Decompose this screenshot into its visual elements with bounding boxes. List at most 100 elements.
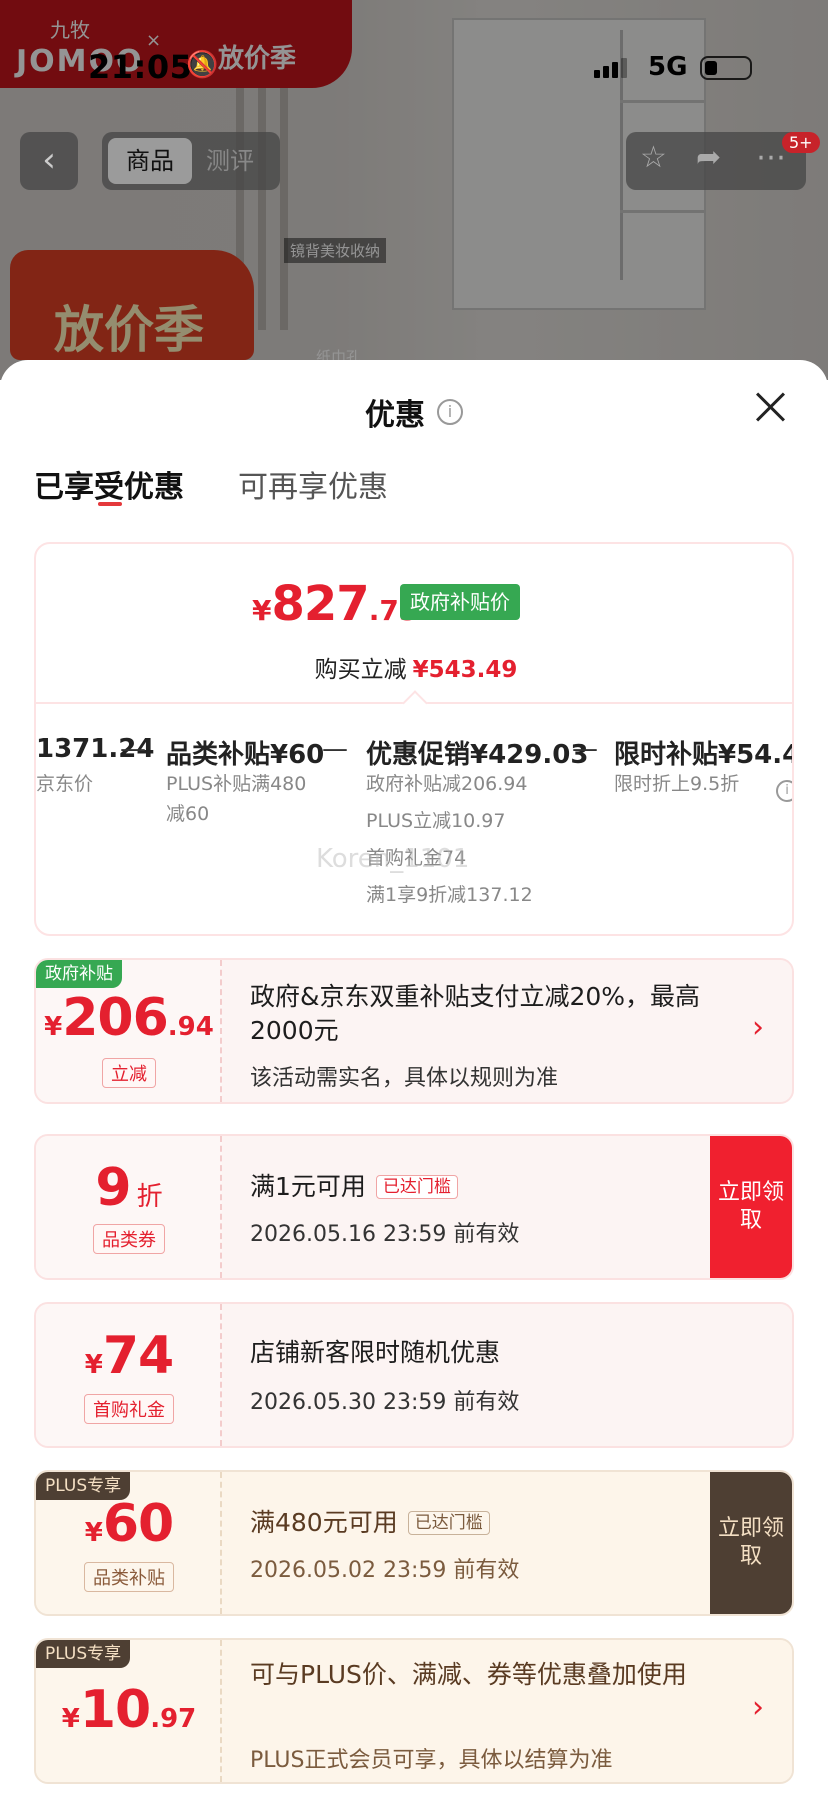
offer-card-plus-price[interactable]: PLUS专享 ¥10.97 可与PLUS价、满减、券等优惠叠加使用 PLUS正式… (34, 1638, 794, 1784)
amount-integer: 60 (102, 1494, 174, 1554)
message-badge: 5+ (782, 132, 820, 153)
amount-integer: 206 (62, 988, 169, 1048)
final-price: ¥827.75 (252, 576, 418, 632)
close-icon[interactable] (752, 388, 788, 424)
price-summary-card: ¥827.75 政府补贴价 购买立减 ¥543.49 1371.24 — 品类补贴… (34, 542, 794, 936)
offer-amount: ¥60 (36, 1494, 222, 1554)
discount-sheet: 优惠 i 已享受优惠 可再享优惠 ¥827.75 政府补贴价 购买立减 ¥543.… (0, 360, 828, 1801)
share-icon[interactable]: ➦ (696, 140, 721, 175)
offer-type-label: 立减 (36, 1058, 222, 1088)
offer-detail-panel: 可与PLUS价、满减、券等优惠叠加使用 PLUS正式会员可享，具体以结算为准 › (222, 1640, 792, 1782)
offer-title: 满1元可用 已达门槛 (250, 1170, 720, 1204)
breakdown-desc: 减60 (166, 803, 210, 825)
offer-detail-panel: 满480元可用 已达门槛 2026.05.02 23:59 前有效 立即领取 (222, 1472, 792, 1614)
offer-type-text: 品类补贴 (84, 1562, 174, 1592)
amount-currency: ¥ (61, 1704, 80, 1734)
offer-subtitle: PLUS正式会员可享，具体以结算为准 (250, 1748, 613, 1773)
offer-card-category-coupon[interactable]: 9折 品类券 满1元可用 已达门槛 2026.05.16 23:59 前有效 立即… (34, 1134, 794, 1280)
watermark: Koren_1101 (316, 844, 470, 874)
offer-title-text: 满480元可用 (250, 1508, 398, 1537)
offer-amount: ¥74 (36, 1326, 222, 1386)
offer-detail-panel: 政府&京东双重补贴支付立减20%，最高2000元 该活动需实名，具体以规则为准 … (222, 960, 792, 1102)
breakdown-desc: 政府补贴减206.94 (366, 773, 528, 795)
claim-button[interactable]: 立即领取 (710, 1136, 792, 1278)
offer-amount-panel: 政府补贴 ¥206.94 立减 (36, 960, 222, 1102)
offer-amount-panel: ¥74 首购礼金 (36, 1304, 222, 1446)
back-button[interactable]: ‹ (20, 132, 78, 190)
offer-type-text: 立减 (102, 1058, 156, 1088)
gov-price-badge: 政府补贴价 (400, 584, 520, 620)
offer-amount: ¥206.94 (36, 988, 222, 1048)
reduction-amount: ¥543.49 (412, 657, 518, 683)
threshold-reached-tag: 已达门槛 (407, 1511, 490, 1535)
info-icon[interactable]: i (776, 780, 792, 802)
tab-review[interactable]: 测评 (206, 138, 254, 184)
gov-subsidy-tag: 政府补贴 (36, 960, 122, 988)
amount-unit: 折 (136, 1182, 163, 1212)
offer-card-plus-subsidy[interactable]: PLUS专享 ¥60 品类补贴 满480元可用 已达门槛 2026.05.02 2… (34, 1470, 794, 1616)
chevron-right-icon[interactable]: › (752, 1690, 764, 1725)
offer-amount: ¥10.97 (36, 1680, 222, 1740)
star-icon[interactable]: ☆ (640, 140, 667, 175)
offer-type-text: 首购礼金 (84, 1394, 174, 1424)
threshold-reached-tag: 已达门槛 (375, 1175, 458, 1199)
offer-subtitle: 该活动需实名，具体以规则为准 (250, 1066, 559, 1091)
offer-type-label: 首购礼金 (36, 1394, 222, 1424)
minus-icon: — (322, 734, 348, 764)
chevron-left-icon: ‹ (42, 140, 56, 180)
price-summary-top: ¥827.75 政府补贴价 购买立减 ¥543.49 (36, 544, 792, 704)
tab-indicator (98, 502, 122, 506)
offer-validity: 2026.05.30 23:59 前有效 (250, 1390, 520, 1415)
amount-currency: ¥ (84, 1518, 103, 1548)
status-time: 21:05 (88, 48, 193, 86)
amount-integer: 74 (102, 1326, 174, 1386)
status-bar: 21:05 🔕 5G (0, 44, 828, 88)
offer-validity: 2026.05.16 23:59 前有效 (250, 1222, 520, 1247)
offer-title: 店铺新客限时随机优惠 (250, 1338, 501, 1367)
page-tabs: 商品 测评 (102, 132, 280, 190)
claim-button[interactable]: 立即领取 (710, 1472, 792, 1614)
offer-card-gov-subsidy[interactable]: 政府补贴 ¥206.94 立减 政府&京东双重补贴支付立减20%，最高2000元… (34, 958, 794, 1104)
total-reduction: 购买立减 ¥543.49 (36, 650, 792, 684)
plus-exclusive-tag: PLUS专享 (36, 1640, 131, 1668)
network-type: 5G (648, 52, 688, 82)
bell-muted-icon: 🔕 (186, 50, 219, 80)
tab-enjoyed[interactable]: 已享受优惠 (34, 462, 184, 506)
offer-detail-panel: 满1元可用 已达门槛 2026.05.16 23:59 前有效 立即领取 (222, 1136, 792, 1278)
sheet-header: 优惠 i (0, 390, 828, 434)
offer-type-text: 品类券 (93, 1224, 165, 1254)
tab-available[interactable]: 可再享优惠 (238, 462, 388, 506)
offer-type-label: 品类补贴 (36, 1562, 222, 1592)
nav-actions: ☆ ➦ ⋯ (626, 132, 806, 190)
breakdown-desc: 限时折上9.5折 (614, 773, 740, 795)
tab-product[interactable]: 商品 (108, 138, 192, 184)
chevron-right-icon[interactable]: › (752, 1010, 764, 1045)
battery-icon (700, 56, 752, 80)
offer-detail-panel: 店铺新客限时随机优惠 2026.05.30 23:59 前有效 (222, 1304, 792, 1446)
amount-integer: 10 (79, 1680, 151, 1740)
offer-title: 满480元可用 已达门槛 (250, 1506, 720, 1540)
amount-currency: ¥ (44, 1012, 63, 1042)
minus-icon: — (572, 734, 598, 764)
signal-icon (594, 58, 627, 78)
offer-title-text: 满1元可用 (250, 1172, 366, 1201)
sheet-title: 优惠 (365, 398, 425, 433)
amount-currency: ¥ (84, 1350, 103, 1380)
offer-amount: 9折 (36, 1158, 222, 1218)
offer-validity: 2026.05.02 23:59 前有效 (250, 1558, 520, 1583)
info-icon[interactable]: i (437, 399, 463, 425)
offer-amount-panel: 9折 品类券 (36, 1136, 222, 1278)
amount-decimal: .94 (167, 1012, 214, 1042)
offer-title: 可与PLUS价、满减、券等优惠叠加使用 (250, 1660, 687, 1689)
breakdown-desc: 京东价 (36, 773, 94, 795)
reduction-label: 购买立减 (314, 657, 407, 683)
offer-amount-panel: PLUS专享 ¥60 品类补贴 (36, 1472, 222, 1614)
breakdown-desc: PLUS立减10.97 (366, 810, 506, 832)
offer-amount-panel: PLUS专享 ¥10.97 (36, 1640, 222, 1782)
price-integer: 827 (271, 576, 369, 632)
breakdown-desc: 满1享9折减137.12 (366, 884, 533, 906)
offer-type-label: 品类券 (36, 1224, 222, 1254)
offer-card-first-purchase[interactable]: ¥74 首购礼金 店铺新客限时随机优惠 2026.05.30 23:59 前有效 (34, 1302, 794, 1448)
amount-decimal: .97 (150, 1704, 197, 1734)
price-currency: ¥ (252, 594, 272, 627)
